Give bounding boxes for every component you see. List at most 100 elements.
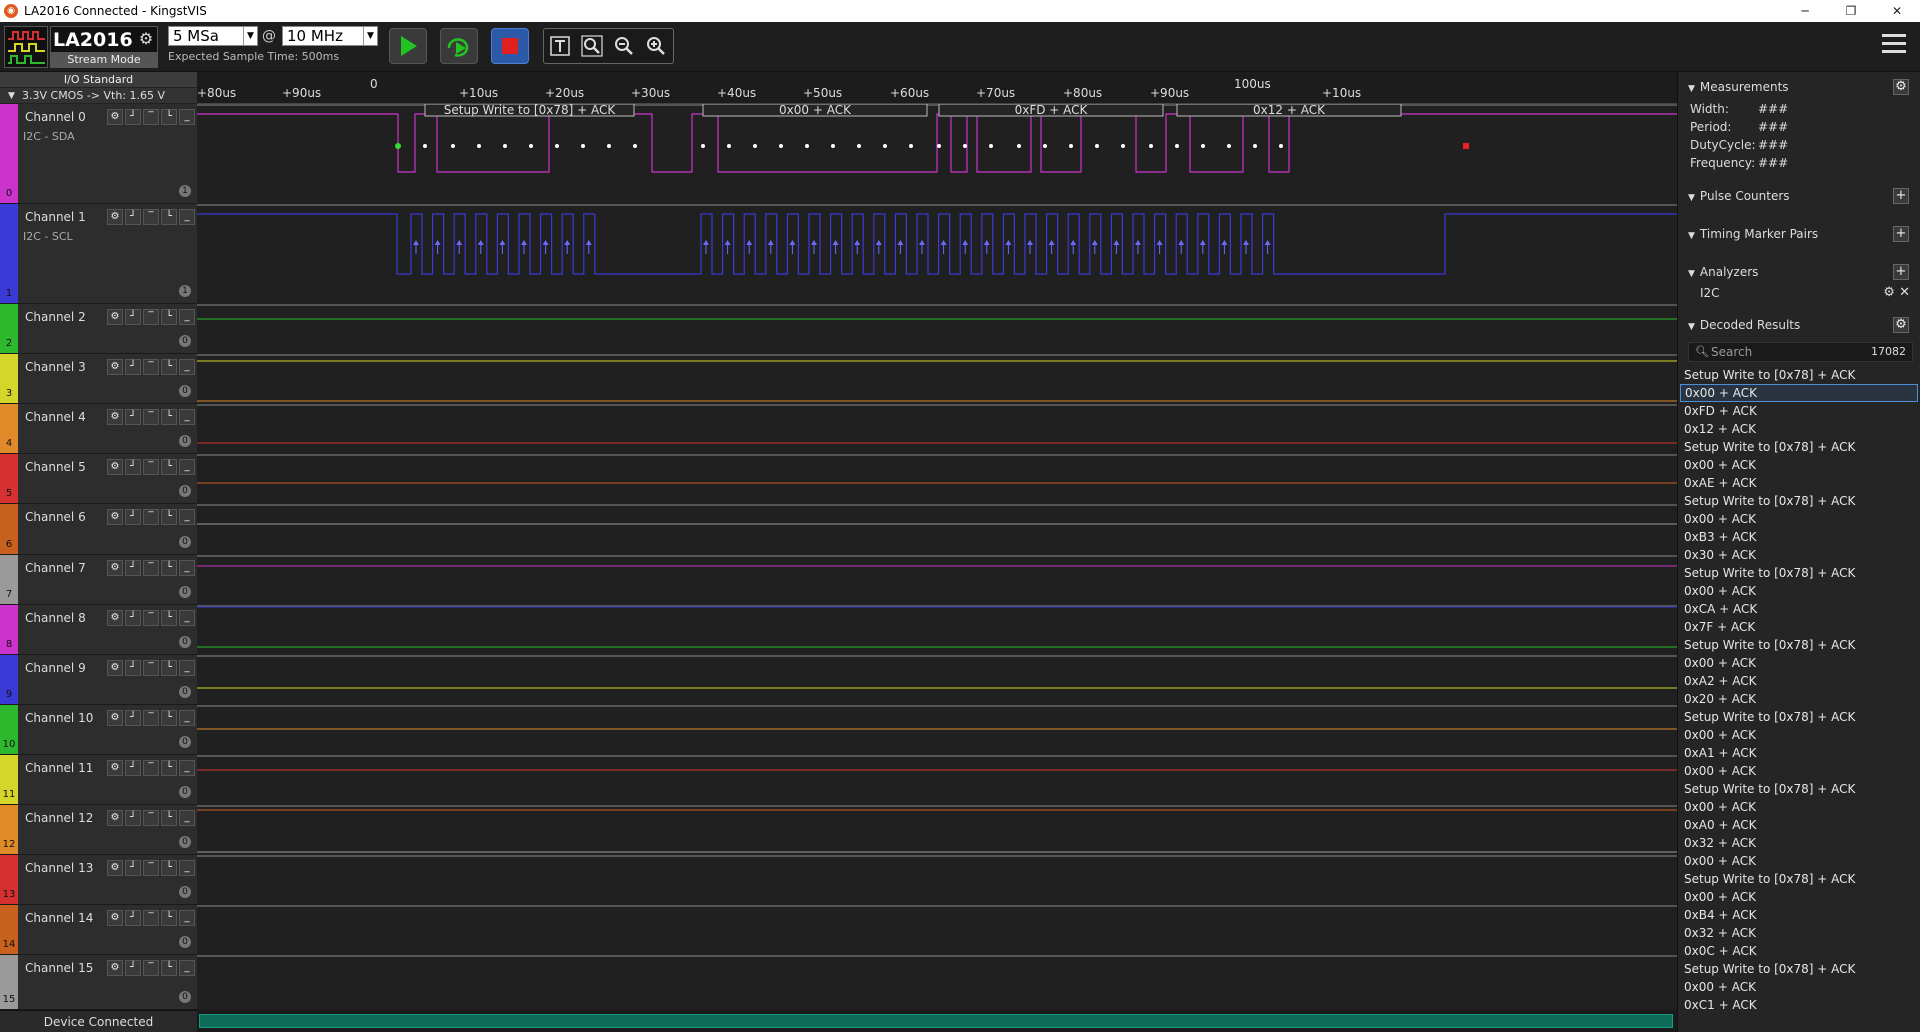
channel-name[interactable]: Channel 13 (25, 861, 93, 875)
low-level-trigger-icon[interactable]: _ (179, 760, 195, 776)
high-level-trigger-icon[interactable]: ‾ (143, 610, 159, 626)
menu-hamburger-icon[interactable] (1882, 34, 1906, 56)
decoded-result-item[interactable]: 0x0C + ACK (1680, 942, 1918, 960)
analyzer-settings-gear-icon[interactable]: ⚙ (1883, 285, 1895, 300)
low-level-trigger-icon[interactable]: _ (179, 459, 195, 475)
channel-settings-gear-icon[interactable]: ⚙ (107, 810, 123, 826)
channel-name[interactable]: Channel 7 (25, 561, 86, 575)
channel-settings-gear-icon[interactable]: ⚙ (107, 560, 123, 576)
channel-row[interactable]: 12 Channel 12 ⚙ ┘ ‾ └ _ 0 (0, 805, 197, 855)
low-level-trigger-icon[interactable]: _ (179, 359, 195, 375)
zoom-in-button[interactable] (640, 29, 672, 63)
falling-edge-trigger-icon[interactable]: └ (161, 610, 177, 626)
falling-edge-trigger-icon[interactable]: └ (161, 710, 177, 726)
decoded-results-header[interactable]: ▼ Decoded Results ⚙ (1678, 314, 1920, 336)
waveform-canvas[interactable]: Setup Write to [0x78] + ACK 0x00 + ACK 0xF… (197, 104, 1677, 1010)
channel-settings-gear-icon[interactable]: ⚙ (107, 760, 123, 776)
rising-edge-trigger-icon[interactable]: ┘ (125, 359, 141, 375)
sample-depth-select[interactable]: 5 MSa ▼ (168, 26, 258, 46)
decoded-result-item[interactable]: 0x00 + ACK (1680, 582, 1918, 600)
falling-edge-trigger-icon[interactable]: └ (161, 660, 177, 676)
analyzer-remove-close-icon[interactable]: ✕ (1899, 285, 1910, 300)
decoded-result-item[interactable]: Setup Write to [0x78] + ACK (1680, 438, 1918, 456)
decoded-result-item[interactable]: 0x32 + ACK (1680, 924, 1918, 942)
rising-edge-trigger-icon[interactable]: ┘ (125, 710, 141, 726)
decoded-result-item[interactable]: Setup Write to [0x78] + ACK (1680, 780, 1918, 798)
decoded-result-item[interactable]: 0x00 + ACK (1680, 384, 1918, 402)
channel-name[interactable]: Channel 15 (25, 961, 93, 975)
channel-settings-gear-icon[interactable]: ⚙ (107, 109, 123, 125)
falling-edge-trigger-icon[interactable]: └ (161, 309, 177, 325)
channel-settings-gear-icon[interactable]: ⚙ (107, 710, 123, 726)
decoded-result-item[interactable]: Setup Write to [0x78] + ACK (1680, 492, 1918, 510)
channel-row[interactable]: 0 Channel 0 I2C - SDA ⚙ ┘ ‾ └ _ 1 (0, 104, 197, 204)
decoded-result-item[interactable]: 0x00 + ACK (1680, 888, 1918, 906)
decoded-result-item[interactable]: 0x30 + ACK (1680, 546, 1918, 564)
add-timing-marker-plus-icon[interactable]: + (1893, 226, 1909, 242)
channel-settings-gear-icon[interactable]: ⚙ (107, 610, 123, 626)
decoded-result-item[interactable]: Setup Write to [0x78] + ACK (1680, 636, 1918, 654)
channel-row[interactable]: 2 Channel 2 ⚙ ┘ ‾ └ _ 0 (0, 304, 197, 354)
falling-edge-trigger-icon[interactable]: └ (161, 509, 177, 525)
low-level-trigger-icon[interactable]: _ (179, 610, 195, 626)
channel-name[interactable]: Channel 3 (25, 360, 86, 374)
decoded-result-item[interactable]: 0xCA + ACK (1680, 600, 1918, 618)
channel-settings-gear-icon[interactable]: ⚙ (107, 309, 123, 325)
falling-edge-trigger-icon[interactable]: └ (161, 459, 177, 475)
start-button[interactable] (389, 28, 427, 64)
rising-edge-trigger-icon[interactable]: ┘ (125, 409, 141, 425)
channel-settings-gear-icon[interactable]: ⚙ (107, 910, 123, 926)
decoded-result-item[interactable]: 0xA2 + ACK (1680, 672, 1918, 690)
channel-name[interactable]: Channel 11 (25, 761, 93, 775)
repeat-start-button[interactable] (440, 28, 478, 64)
results-search-input[interactable]: 🔍︎ Search 17082 (1688, 342, 1913, 362)
decoded-results-gear-icon[interactable]: ⚙ (1893, 317, 1909, 333)
falling-edge-trigger-icon[interactable]: └ (161, 910, 177, 926)
low-level-trigger-icon[interactable]: _ (179, 710, 195, 726)
high-level-trigger-icon[interactable]: ‾ (143, 710, 159, 726)
channel-row[interactable]: 14 Channel 14 ⚙ ┘ ‾ └ _ 0 (0, 905, 197, 955)
channel-name[interactable]: Channel 14 (25, 911, 93, 925)
low-level-trigger-icon[interactable]: _ (179, 860, 195, 876)
rising-edge-trigger-icon[interactable]: ┘ (125, 810, 141, 826)
low-level-trigger-icon[interactable]: _ (179, 409, 195, 425)
channel-name[interactable]: Channel 8 (25, 611, 86, 625)
low-level-trigger-icon[interactable]: _ (179, 209, 195, 225)
high-level-trigger-icon[interactable]: ‾ (143, 109, 159, 125)
close-button[interactable]: ✕ (1874, 0, 1920, 22)
decoded-result-item[interactable]: 0xAE + ACK (1680, 474, 1918, 492)
rising-edge-trigger-icon[interactable]: ┘ (125, 860, 141, 876)
overview-range[interactable] (199, 1014, 1673, 1028)
falling-edge-trigger-icon[interactable]: └ (161, 760, 177, 776)
minimize-button[interactable]: ─ (1782, 0, 1828, 22)
rising-edge-trigger-icon[interactable]: ┘ (125, 459, 141, 475)
decoded-result-item[interactable]: 0x20 + ACK (1680, 690, 1918, 708)
high-level-trigger-icon[interactable]: ‾ (143, 760, 159, 776)
restore-button[interactable]: ❐ (1828, 0, 1874, 22)
falling-edge-trigger-icon[interactable]: └ (161, 860, 177, 876)
high-level-trigger-icon[interactable]: ‾ (143, 860, 159, 876)
decoded-result-item[interactable]: 0x00 + ACK (1680, 762, 1918, 780)
channel-settings-gear-icon[interactable]: ⚙ (107, 960, 123, 976)
rising-edge-trigger-icon[interactable]: ┘ (125, 509, 141, 525)
channel-row[interactable]: 9 Channel 9 ⚙ ┘ ‾ └ _ 0 (0, 655, 197, 705)
channel-row[interactable]: 5 Channel 5 ⚙ ┘ ‾ └ _ 0 (0, 454, 197, 504)
channel-row[interactable]: 7 Channel 7 ⚙ ┘ ‾ └ _ 0 (0, 555, 197, 605)
falling-edge-trigger-icon[interactable]: └ (161, 359, 177, 375)
high-level-trigger-icon[interactable]: ‾ (143, 910, 159, 926)
low-level-trigger-icon[interactable]: _ (179, 560, 195, 576)
stop-button[interactable] (491, 28, 529, 64)
text-tool-button[interactable] (544, 29, 576, 63)
falling-edge-trigger-icon[interactable]: └ (161, 960, 177, 976)
decoded-result-item[interactable]: 0x00 + ACK (1680, 654, 1918, 672)
decoded-result-item[interactable]: Setup Write to [0x78] + ACK (1680, 960, 1918, 978)
decoded-result-item[interactable]: 0xB3 + ACK (1680, 528, 1918, 546)
add-pulse-counter-plus-icon[interactable]: + (1893, 188, 1909, 204)
channel-settings-gear-icon[interactable]: ⚙ (107, 409, 123, 425)
high-level-trigger-icon[interactable]: ‾ (143, 560, 159, 576)
decoded-result-item[interactable]: 0xA1 + ACK (1680, 744, 1918, 762)
channel-settings-gear-icon[interactable]: ⚙ (107, 459, 123, 475)
falling-edge-trigger-icon[interactable]: └ (161, 810, 177, 826)
low-level-trigger-icon[interactable]: _ (179, 109, 195, 125)
high-level-trigger-icon[interactable]: ‾ (143, 309, 159, 325)
